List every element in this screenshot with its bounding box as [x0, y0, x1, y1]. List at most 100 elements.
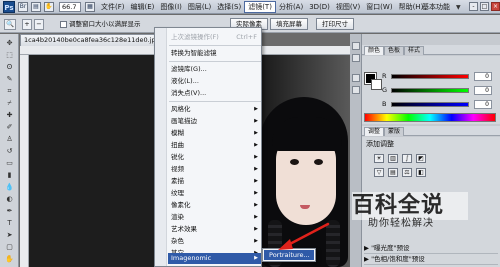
move-tool-icon[interactable]: ✥	[4, 38, 15, 48]
blue-value-input[interactable]: 0	[474, 100, 492, 109]
convert-smart-filter-item[interactable]: 转换为智能滤镜	[168, 48, 261, 59]
menu-view[interactable]: 视图(V)	[333, 1, 363, 13]
tab-adjustments[interactable]: 调整	[364, 127, 385, 136]
red-value-input[interactable]: 0	[474, 72, 492, 81]
history-brush-tool-icon[interactable]: ↺	[4, 146, 15, 156]
actions-panel-icon[interactable]	[352, 54, 360, 62]
sharpen-submenu[interactable]: 锐化 ▶	[168, 152, 261, 163]
sketch-label: 素描	[171, 177, 184, 185]
blur-tool-icon[interactable]: 💧	[4, 182, 15, 192]
hue-saturation-icon[interactable]: ▤	[388, 168, 398, 177]
menu-icon-gutter	[155, 28, 167, 266]
liquify-item[interactable]: 液化(L)...	[168, 76, 261, 87]
noise-submenu[interactable]: 杂色 ▶	[168, 236, 261, 247]
green-slider[interactable]	[391, 88, 469, 93]
resize-windows-label: 调整窗口大小以满屏显示	[69, 20, 141, 28]
crop-tool-icon[interactable]: ⌗	[4, 86, 15, 96]
annotation-arrow-icon	[278, 222, 330, 250]
exposure-icon[interactable]: ◩	[416, 154, 426, 163]
submenu-arrow-icon: ▶	[254, 118, 258, 124]
texture-submenu[interactable]: 纹理 ▶	[168, 188, 261, 199]
red-slider[interactable]	[391, 74, 469, 79]
video-submenu[interactable]: 视频 ▶	[168, 164, 261, 175]
last-filter-item[interactable]: 上次滤镜操作(F) Ctrl+F	[168, 32, 261, 43]
menu-image[interactable]: 图像(I)	[157, 1, 185, 13]
color-balance-icon[interactable]: ⚖	[402, 168, 412, 177]
clone-stamp-tool-icon[interactable]: ♙	[4, 134, 15, 144]
minimize-button[interactable]: -	[469, 2, 478, 11]
vanishing-point-item[interactable]: 消失点(V)...	[168, 88, 261, 99]
background-color-swatch[interactable]	[371, 79, 382, 90]
last-filter-shortcut: Ctrl+F	[236, 33, 257, 41]
menu-filter[interactable]: 滤镜(T)	[244, 0, 276, 13]
menu-analysis[interactable]: 分析(A)	[276, 1, 306, 13]
exposure-presets[interactable]: ▶ "曝光度"预设	[364, 244, 498, 254]
shape-tool-icon[interactable]: ▢	[4, 242, 15, 252]
hue-saturation-presets[interactable]: ▶ "色相/饱和度"预设	[364, 255, 498, 265]
color-spectrum-bar[interactable]	[364, 113, 496, 122]
photoshop-logo: Ps	[3, 0, 15, 13]
menu-3d[interactable]: 3D(D)	[306, 1, 333, 13]
curves-icon[interactable]: ∫	[402, 154, 412, 163]
render-submenu[interactable]: 渲染 ▶	[168, 212, 261, 223]
distort-submenu[interactable]: 扭曲 ▶	[168, 140, 261, 151]
zoom-level[interactable]: 66.7	[59, 1, 81, 12]
menu-edit[interactable]: 编辑(E)	[128, 1, 158, 13]
zoom-tool-icon[interactable]: 🔍	[4, 19, 16, 30]
blur-label: 模糊	[171, 129, 184, 137]
menu-window[interactable]: 窗口(W)	[363, 1, 395, 13]
menu-file[interactable]: 文件(F)	[98, 1, 128, 13]
quick-select-tool-icon[interactable]: ✎	[4, 74, 15, 84]
path-select-tool-icon[interactable]: ➤	[4, 230, 15, 240]
resize-windows-checkbox[interactable]	[60, 21, 67, 28]
submenu-arrow-icon: ▶	[254, 166, 258, 172]
chevron-down-icon[interactable]: ▼	[456, 4, 461, 11]
workspace-switcher[interactable]: 基本功能	[422, 1, 450, 13]
hand-tool-icon[interactable]: ✋	[4, 254, 15, 264]
pen-tool-icon[interactable]: ✒	[4, 206, 15, 216]
eyedropper-tool-icon[interactable]: ⌿	[4, 98, 15, 108]
blur-submenu[interactable]: 模糊 ▶	[168, 128, 261, 139]
tab-color[interactable]: 颜色	[364, 46, 385, 55]
filter-gallery-item[interactable]: 滤镜库(G)...	[168, 64, 261, 75]
black-white-icon[interactable]: ◧	[416, 168, 426, 177]
history-panel-icon[interactable]	[352, 42, 360, 50]
marquee-tool-icon[interactable]: ⬚	[4, 50, 15, 60]
maximize-button[interactable]: □	[480, 2, 489, 11]
brush-tool-icon[interactable]: ✐	[4, 122, 15, 132]
healing-brush-tool-icon[interactable]: ✚	[4, 110, 15, 120]
sketch-submenu[interactable]: 素描 ▶	[168, 176, 261, 187]
lasso-tool-icon[interactable]: ʘ	[4, 62, 15, 72]
fill-screen-button[interactable]: 填充屏幕	[270, 18, 308, 30]
brush-panel-icon[interactable]	[352, 74, 360, 82]
dodge-tool-icon[interactable]: ◐	[4, 194, 15, 204]
tab-swatches[interactable]: 色板	[384, 46, 405, 55]
brush-strokes-submenu[interactable]: 画笔描边 ▶	[168, 116, 261, 127]
levels-icon[interactable]: ▥	[388, 154, 398, 163]
arrange-documents-icon[interactable]: ▦	[85, 1, 95, 12]
zoom-in-icon[interactable]: +	[22, 19, 32, 30]
green-value-input[interactable]: 0	[474, 86, 492, 95]
vibrance-icon[interactable]: ▽	[374, 168, 384, 177]
menu-layer[interactable]: 图层(L)	[185, 1, 214, 13]
tab-styles[interactable]: 样式	[404, 46, 425, 55]
hand-tool-icon[interactable]: ✋	[44, 1, 54, 12]
mini-bridge-icon[interactable]: ▤	[31, 1, 41, 12]
gradient-tool-icon[interactable]: ▮	[4, 170, 15, 180]
artistic-submenu[interactable]: 艺术效果 ▶	[168, 224, 261, 235]
submenu-arrow-icon: ▶	[254, 178, 258, 184]
bridge-icon[interactable]: Br	[18, 1, 28, 12]
clone-source-panel-icon[interactable]	[352, 86, 360, 94]
stylize-submenu[interactable]: 风格化 ▶	[168, 104, 261, 115]
close-button[interactable]: ×	[491, 2, 500, 11]
print-size-button[interactable]: 打印尺寸	[316, 18, 354, 30]
tab-masks[interactable]: 蒙版	[384, 127, 405, 136]
brightness-contrast-icon[interactable]: ☀	[374, 154, 384, 163]
pixelate-submenu[interactable]: 像素化 ▶	[168, 200, 261, 211]
eraser-tool-icon[interactable]: ▭	[4, 158, 15, 168]
imagenomic-submenu[interactable]: Imagenomic ▶	[168, 253, 261, 264]
menu-select[interactable]: 选择(S)	[214, 1, 244, 13]
type-tool-icon[interactable]: T	[4, 218, 15, 228]
zoom-out-icon[interactable]: −	[34, 19, 44, 30]
blue-slider[interactable]	[391, 102, 469, 107]
